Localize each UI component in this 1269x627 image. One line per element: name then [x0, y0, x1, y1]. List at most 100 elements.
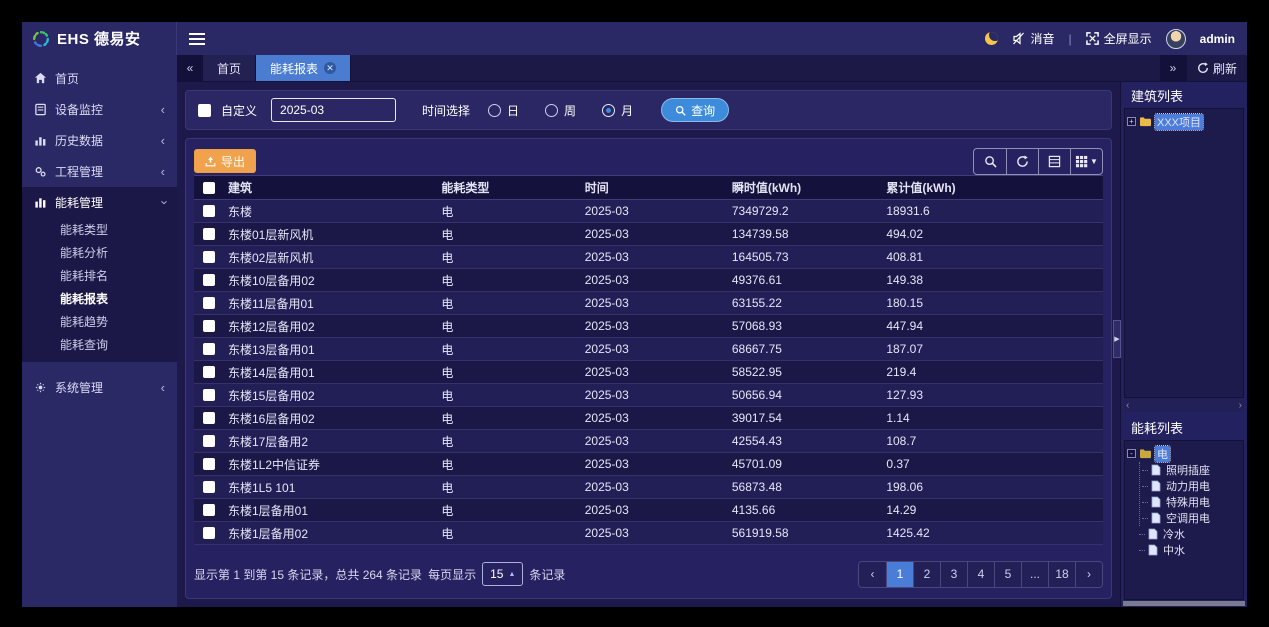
table-row[interactable]: 东楼11层备用01电2025-0363155.22180.15	[194, 292, 1103, 315]
panel-collapse-handle[interactable]: ▶	[1113, 320, 1121, 358]
scroll-left-icon[interactable]: ‹	[1126, 400, 1129, 411]
table-row[interactable]: 东楼12层备用02电2025-0357068.93447.94	[194, 315, 1103, 338]
row-checkbox[interactable]	[203, 481, 215, 493]
page-button-4[interactable]: 4	[967, 562, 994, 587]
tree-node-空调用电[interactable]: 空调用电	[1142, 510, 1241, 526]
energy-type-cell: 电	[437, 410, 580, 427]
radio-month[interactable]: 月	[602, 102, 633, 119]
sidebar-item-energy-type[interactable]: 能耗类型	[22, 218, 177, 241]
row-checkbox[interactable]	[203, 320, 215, 332]
radio-day[interactable]: 日	[488, 102, 519, 119]
refresh-icon[interactable]	[1006, 149, 1038, 174]
table-row[interactable]: 东楼10层备用02电2025-0349376.61149.38	[194, 269, 1103, 292]
query-button[interactable]: 查询	[661, 98, 729, 122]
per-page-select[interactable]: 15 ▲	[482, 562, 523, 586]
expand-plus-icon[interactable]: +	[1127, 117, 1136, 126]
sidebar-item-project-mgmt[interactable]: 工程管理 ‹	[22, 156, 177, 187]
tree-node-照明插座[interactable]: 照明插座	[1142, 462, 1241, 478]
row-checkbox[interactable]	[203, 527, 215, 539]
row-checkbox[interactable]	[203, 412, 215, 424]
tabs-scroll-right-icon[interactable]: »	[1160, 55, 1186, 81]
select-all-checkbox[interactable]	[203, 182, 215, 194]
close-icon[interactable]: ✕	[324, 62, 336, 74]
row-checkbox[interactable]	[203, 251, 215, 263]
sidebar-item-energy-report[interactable]: 能耗报表	[22, 287, 177, 310]
tree-node-project[interactable]: + XXX项目	[1127, 113, 1241, 130]
chevron-left-icon: ‹	[161, 165, 165, 178]
collapse-minus-icon[interactable]: -	[1127, 449, 1136, 458]
energy-tree-hscrollbar-thumb[interactable]	[1123, 601, 1245, 606]
tab-home[interactable]: 首页	[203, 55, 256, 81]
table-row[interactable]: 东楼17层备用2电2025-0342554.43108.7	[194, 430, 1103, 453]
column-header[interactable]: 瞬时值(kWh)	[728, 179, 882, 196]
page-prev-button[interactable]: ‹	[859, 562, 886, 587]
sidebar-item-energy-trend[interactable]: 能耗趋势	[22, 310, 177, 333]
sidebar-item-device-monitor[interactable]: 设备监控 ‹	[22, 94, 177, 125]
row-checkbox[interactable]	[203, 343, 215, 355]
page-button-1[interactable]: 1	[886, 562, 913, 587]
export-button[interactable]: 导出	[194, 149, 256, 173]
tree-node-中水[interactable]: 中水	[1139, 542, 1241, 558]
table-row[interactable]: 东楼14层备用01电2025-0358522.95219.4	[194, 361, 1103, 384]
columns-icon[interactable]: ▼	[1070, 149, 1102, 174]
radio-week[interactable]: 周	[545, 102, 576, 119]
sidebar-item-energy-ranking[interactable]: 能耗排名	[22, 264, 177, 287]
page-button-18[interactable]: 18	[1048, 562, 1075, 587]
row-checkbox[interactable]	[203, 389, 215, 401]
table-row[interactable]: 东楼02层新风机电2025-03164505.73408.81	[194, 246, 1103, 269]
moon-icon[interactable]	[985, 32, 998, 45]
main-content: 自定义 时间选择 日 周 月 查询	[177, 82, 1120, 607]
table-row[interactable]: 东楼1L2中信证券电2025-0345701.090.37	[194, 453, 1103, 476]
row-checkbox[interactable]	[203, 274, 215, 286]
row-checkbox[interactable]	[203, 366, 215, 378]
row-checkbox[interactable]	[203, 228, 215, 240]
tree-node-特殊用电[interactable]: 特殊用电	[1142, 494, 1241, 510]
custom-checkbox[interactable]	[198, 104, 211, 117]
column-header[interactable]: 建筑	[224, 179, 437, 196]
column-header[interactable]: 能耗类型	[437, 179, 580, 196]
sidebar-item-energy-query[interactable]: 能耗查询	[22, 333, 177, 356]
tree-node-electric[interactable]: - 电	[1127, 445, 1241, 462]
row-checkbox[interactable]	[203, 504, 215, 516]
row-checkbox[interactable]	[203, 458, 215, 470]
user-avatar[interactable]	[1166, 29, 1186, 49]
tab-energy-report[interactable]: 能耗报表 ✕	[256, 55, 351, 81]
sidebar-item-energy-mgmt[interactable]: 能耗管理 ‹	[22, 187, 177, 218]
hamburger-icon[interactable]	[189, 33, 209, 45]
building-tree-hscrollbar[interactable]: ‹ ›	[1124, 398, 1244, 412]
table-row[interactable]: 东楼电2025-037349729.218931.6	[194, 200, 1103, 223]
page-next-button[interactable]: ›	[1075, 562, 1102, 587]
sidebar-item-home[interactable]: 首页	[22, 63, 177, 94]
refresh-tab-button[interactable]: 刷新	[1186, 55, 1247, 81]
scroll-right-icon[interactable]: ›	[1239, 400, 1242, 411]
search-icon[interactable]	[974, 149, 1006, 174]
table-row[interactable]: 东楼15层备用02电2025-0350656.94127.93	[194, 384, 1103, 407]
tree-node-冷水[interactable]: 冷水	[1139, 526, 1241, 542]
page-button-5[interactable]: 5	[994, 562, 1021, 587]
tabs-scroll-left-icon[interactable]: «	[177, 55, 203, 81]
page-ellipsis[interactable]: ...	[1021, 562, 1048, 587]
sidebar-item-system-mgmt[interactable]: 系统管理 ‹	[22, 372, 177, 403]
energy-type-cell: 电	[437, 525, 580, 542]
fullscreen-button[interactable]: 全屏显示	[1086, 30, 1152, 47]
row-checkbox[interactable]	[203, 205, 215, 217]
mute-button[interactable]: 消音	[1012, 30, 1055, 47]
table-row[interactable]: 东楼16层备用02电2025-0339017.541.14	[194, 407, 1103, 430]
table-row[interactable]: 东楼1层备用01电2025-034135.6614.29	[194, 499, 1103, 522]
sidebar-item-energy-analysis[interactable]: 能耗分析	[22, 241, 177, 264]
column-header[interactable]: 累计值(kWh)	[882, 179, 1103, 196]
page-button-3[interactable]: 3	[940, 562, 967, 587]
tree-node-动力用电[interactable]: 动力用电	[1142, 478, 1241, 494]
folder-icon	[1139, 116, 1152, 127]
toggle-view-icon[interactable]	[1038, 149, 1070, 174]
page-button-2[interactable]: 2	[913, 562, 940, 587]
column-header[interactable]: 时间	[581, 179, 728, 196]
table-row[interactable]: 东楼01层新风机电2025-03134739.58494.02	[194, 223, 1103, 246]
table-row[interactable]: 东楼13层备用01电2025-0368667.75187.07	[194, 338, 1103, 361]
row-checkbox[interactable]	[203, 297, 215, 309]
date-input[interactable]	[271, 98, 396, 122]
table-row[interactable]: 东楼1层备用02电2025-03561919.581425.42	[194, 522, 1103, 545]
row-checkbox[interactable]	[203, 435, 215, 447]
table-row[interactable]: 东楼1L5 101电2025-0356873.48198.06	[194, 476, 1103, 499]
sidebar-item-history-data[interactable]: 历史数据 ‹	[22, 125, 177, 156]
